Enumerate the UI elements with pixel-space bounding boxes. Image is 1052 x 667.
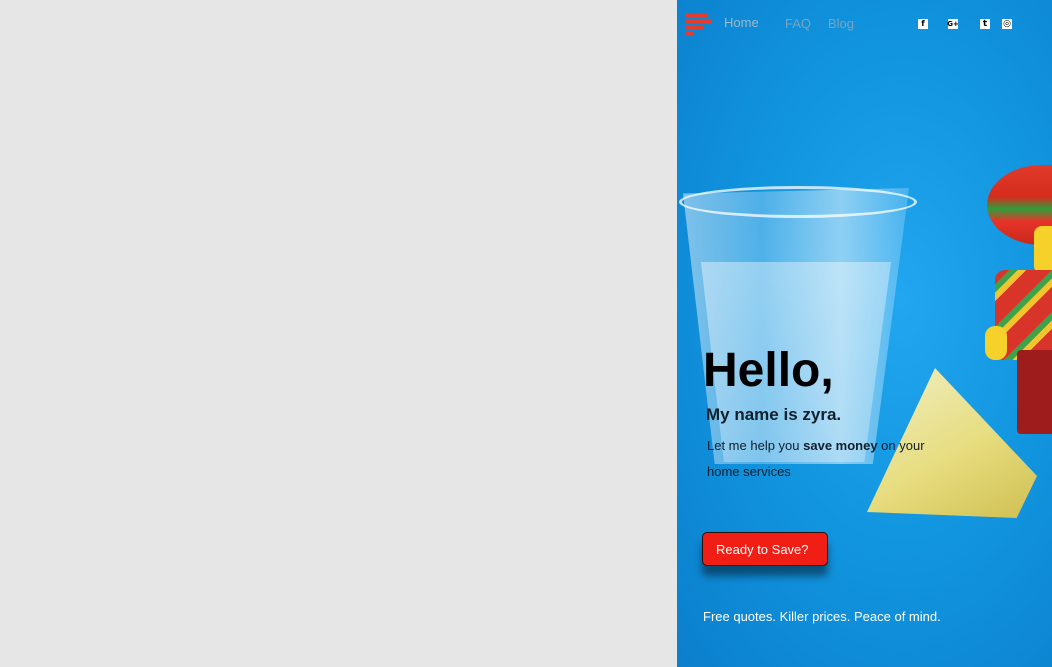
desc-text-before: Let me help you xyxy=(707,438,804,453)
blank-left-panel xyxy=(0,0,677,667)
facebook-icon[interactable]: f xyxy=(918,19,928,29)
hero-tagline: Free quotes. Killer prices. Peace of min… xyxy=(703,609,941,624)
hero-description: Let me help you save money on your home … xyxy=(707,433,947,485)
glass-rim-decoration xyxy=(679,186,917,218)
hero-subtitle: My name is zyra. xyxy=(706,405,842,424)
desc-text-bold: save money xyxy=(803,438,878,453)
nav-blog-link[interactable]: Blog xyxy=(828,16,854,31)
twitter-icon[interactable]: t xyxy=(980,19,990,29)
hero-background-image xyxy=(677,0,1052,667)
logo-icon[interactable] xyxy=(686,13,714,37)
ready-to-save-button[interactable]: Ready to Save? xyxy=(702,532,828,566)
instagram-icon[interactable]: ◎ xyxy=(1002,19,1012,29)
google-plus-icon[interactable]: G+ xyxy=(947,19,959,29)
figure-arm-decoration xyxy=(985,326,1007,360)
figure-face-decoration xyxy=(1034,226,1052,274)
nav-faq-link[interactable]: FAQ xyxy=(785,16,811,31)
nav-home-link[interactable]: Home xyxy=(724,15,759,30)
hero-greeting: Hello, xyxy=(703,344,834,397)
figure-legs-decoration xyxy=(1017,350,1052,434)
